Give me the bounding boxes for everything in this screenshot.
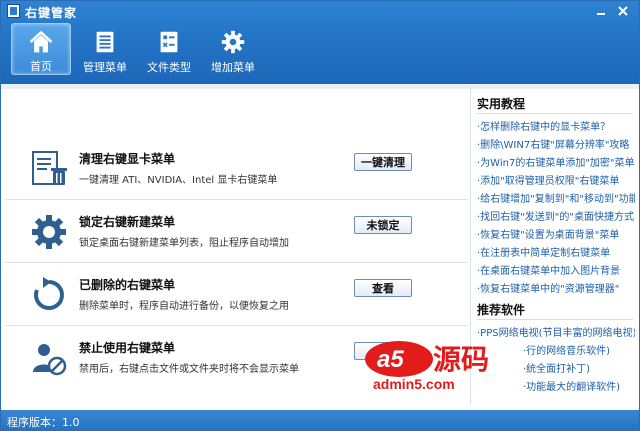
view-button[interactable]: 查看 [354, 279, 412, 297]
file-type-icon [160, 31, 178, 53]
clean-now-button[interactable]: 一键清理 [354, 153, 412, 171]
svg-text:a5: a5 [377, 346, 404, 373]
tab-file-types[interactable]: 文件类型 [139, 23, 199, 75]
tab-add-menu-label: 增加菜单 [211, 61, 255, 74]
tab-manage-menu[interactable]: 管理菜单 [75, 23, 135, 75]
close-icon [618, 5, 628, 16]
tutorial-link[interactable]: ·在注册表中简单定制右键菜单 [477, 244, 635, 260]
feature-deleted-menus: 已删除的右键菜单 删除菜单时，程序自动进行备份，以便恢复之用 查看 [5, 265, 468, 326]
clean-document-icon [32, 151, 67, 185]
watermark-site: admin5.com [373, 376, 455, 392]
feature-title: 锁定右键新建菜单 [79, 215, 176, 229]
watermark-brand: 源码 [433, 343, 489, 376]
feature-description: 锁定桌面右键新建菜单列表，阻止程序自动增加 [79, 238, 289, 249]
tutorial-link[interactable]: ·添加"取得管理员权限"右键菜单 [477, 172, 635, 188]
main-toolbar: 首页 管理菜单 文件类型 增加菜单 [11, 23, 263, 81]
tutorial-link[interactable]: ·怎样删除右键中的显卡菜单？ [477, 118, 635, 134]
app-icon [7, 4, 20, 18]
restore-icon [34, 277, 64, 310]
tab-manage-menu-label: 管理菜单 [83, 61, 127, 74]
tutorial-link[interactable]: ·在桌面右键菜单中加入图片背景 [477, 262, 635, 278]
software-title: 推荐软件 [477, 303, 526, 317]
tutorial-link[interactable]: ·为Win7的右键菜单添加"加密"菜单 [477, 154, 635, 170]
header: 右键管家 首页 管理菜单 文件类型 增加菜单 [1, 1, 639, 84]
lock-toggle-button[interactable]: 未锁定 [354, 216, 412, 234]
divider [477, 113, 633, 114]
window-title: 右键管家 [25, 6, 78, 20]
tutorial-link[interactable]: ·找回右键"发送到"的"桌面快捷方式" [477, 208, 635, 224]
feature-title: 已删除的右键菜单 [79, 278, 176, 292]
tab-home[interactable]: 首页 [11, 23, 71, 75]
minimize-button[interactable] [591, 3, 611, 18]
tutorial-link[interactable]: ·恢复右键"设置为桌面背景"菜单 [477, 226, 635, 242]
tutorial-link[interactable]: ·恢复右键菜单中的"资源管理器" [477, 280, 635, 296]
feature-clean-gpu-menu: 清理右键显卡菜单 一键清理 ATI、NVIDIA、Intel 显卡右键菜单 一键… [5, 139, 468, 200]
tutorials-title: 实用教程 [477, 97, 526, 111]
feature-description: 一键清理 ATI、NVIDIA、Intel 显卡右键菜单 [79, 175, 278, 186]
feature-description: 删除菜单时，程序自动进行备份，以便恢复之用 [79, 301, 289, 312]
title-bar[interactable]: 右键管家 [1, 1, 639, 21]
feature-description: 禁用后，右键点击文件或文件夹时将不会显示菜单 [79, 364, 299, 375]
tab-home-label: 首页 [30, 60, 52, 73]
tab-file-types-label: 文件类型 [147, 61, 191, 74]
gear-icon [221, 30, 245, 54]
close-button[interactable] [613, 3, 633, 18]
feature-title: 清理右键显卡菜单 [79, 152, 176, 166]
watermark-logo: a5 源码 admin5.com [365, 341, 489, 392]
list-icon [96, 31, 114, 53]
tab-add-menu[interactable]: 增加菜单 [203, 23, 263, 75]
app-window: 右键管家 首页 管理菜单 文件类型 增加菜单 清理右键显卡菜单 一键清理 ATI… [0, 0, 640, 431]
feature-lock-new-menu: 锁定右键新建菜单 锁定桌面右键新建菜单列表，阻止程序自动增加 未锁定 [5, 202, 468, 263]
divider [477, 319, 633, 320]
status-bar: 程序版本：1.0 [1, 410, 639, 430]
gear-lock-icon [32, 215, 66, 249]
home-icon [29, 31, 53, 53]
minimize-icon [597, 12, 605, 15]
users-block-icon [33, 344, 67, 376]
feature-title: 禁止使用右键菜单 [79, 341, 176, 355]
version-label: 程序版本：1.0 [7, 416, 80, 429]
tutorial-link[interactable]: ·给右键增加"复制到"和"移动到"功能 [477, 190, 635, 206]
tutorial-link[interactable]: ·删除\WIN7右键"屏幕分辨率"攻略 [477, 136, 635, 152]
